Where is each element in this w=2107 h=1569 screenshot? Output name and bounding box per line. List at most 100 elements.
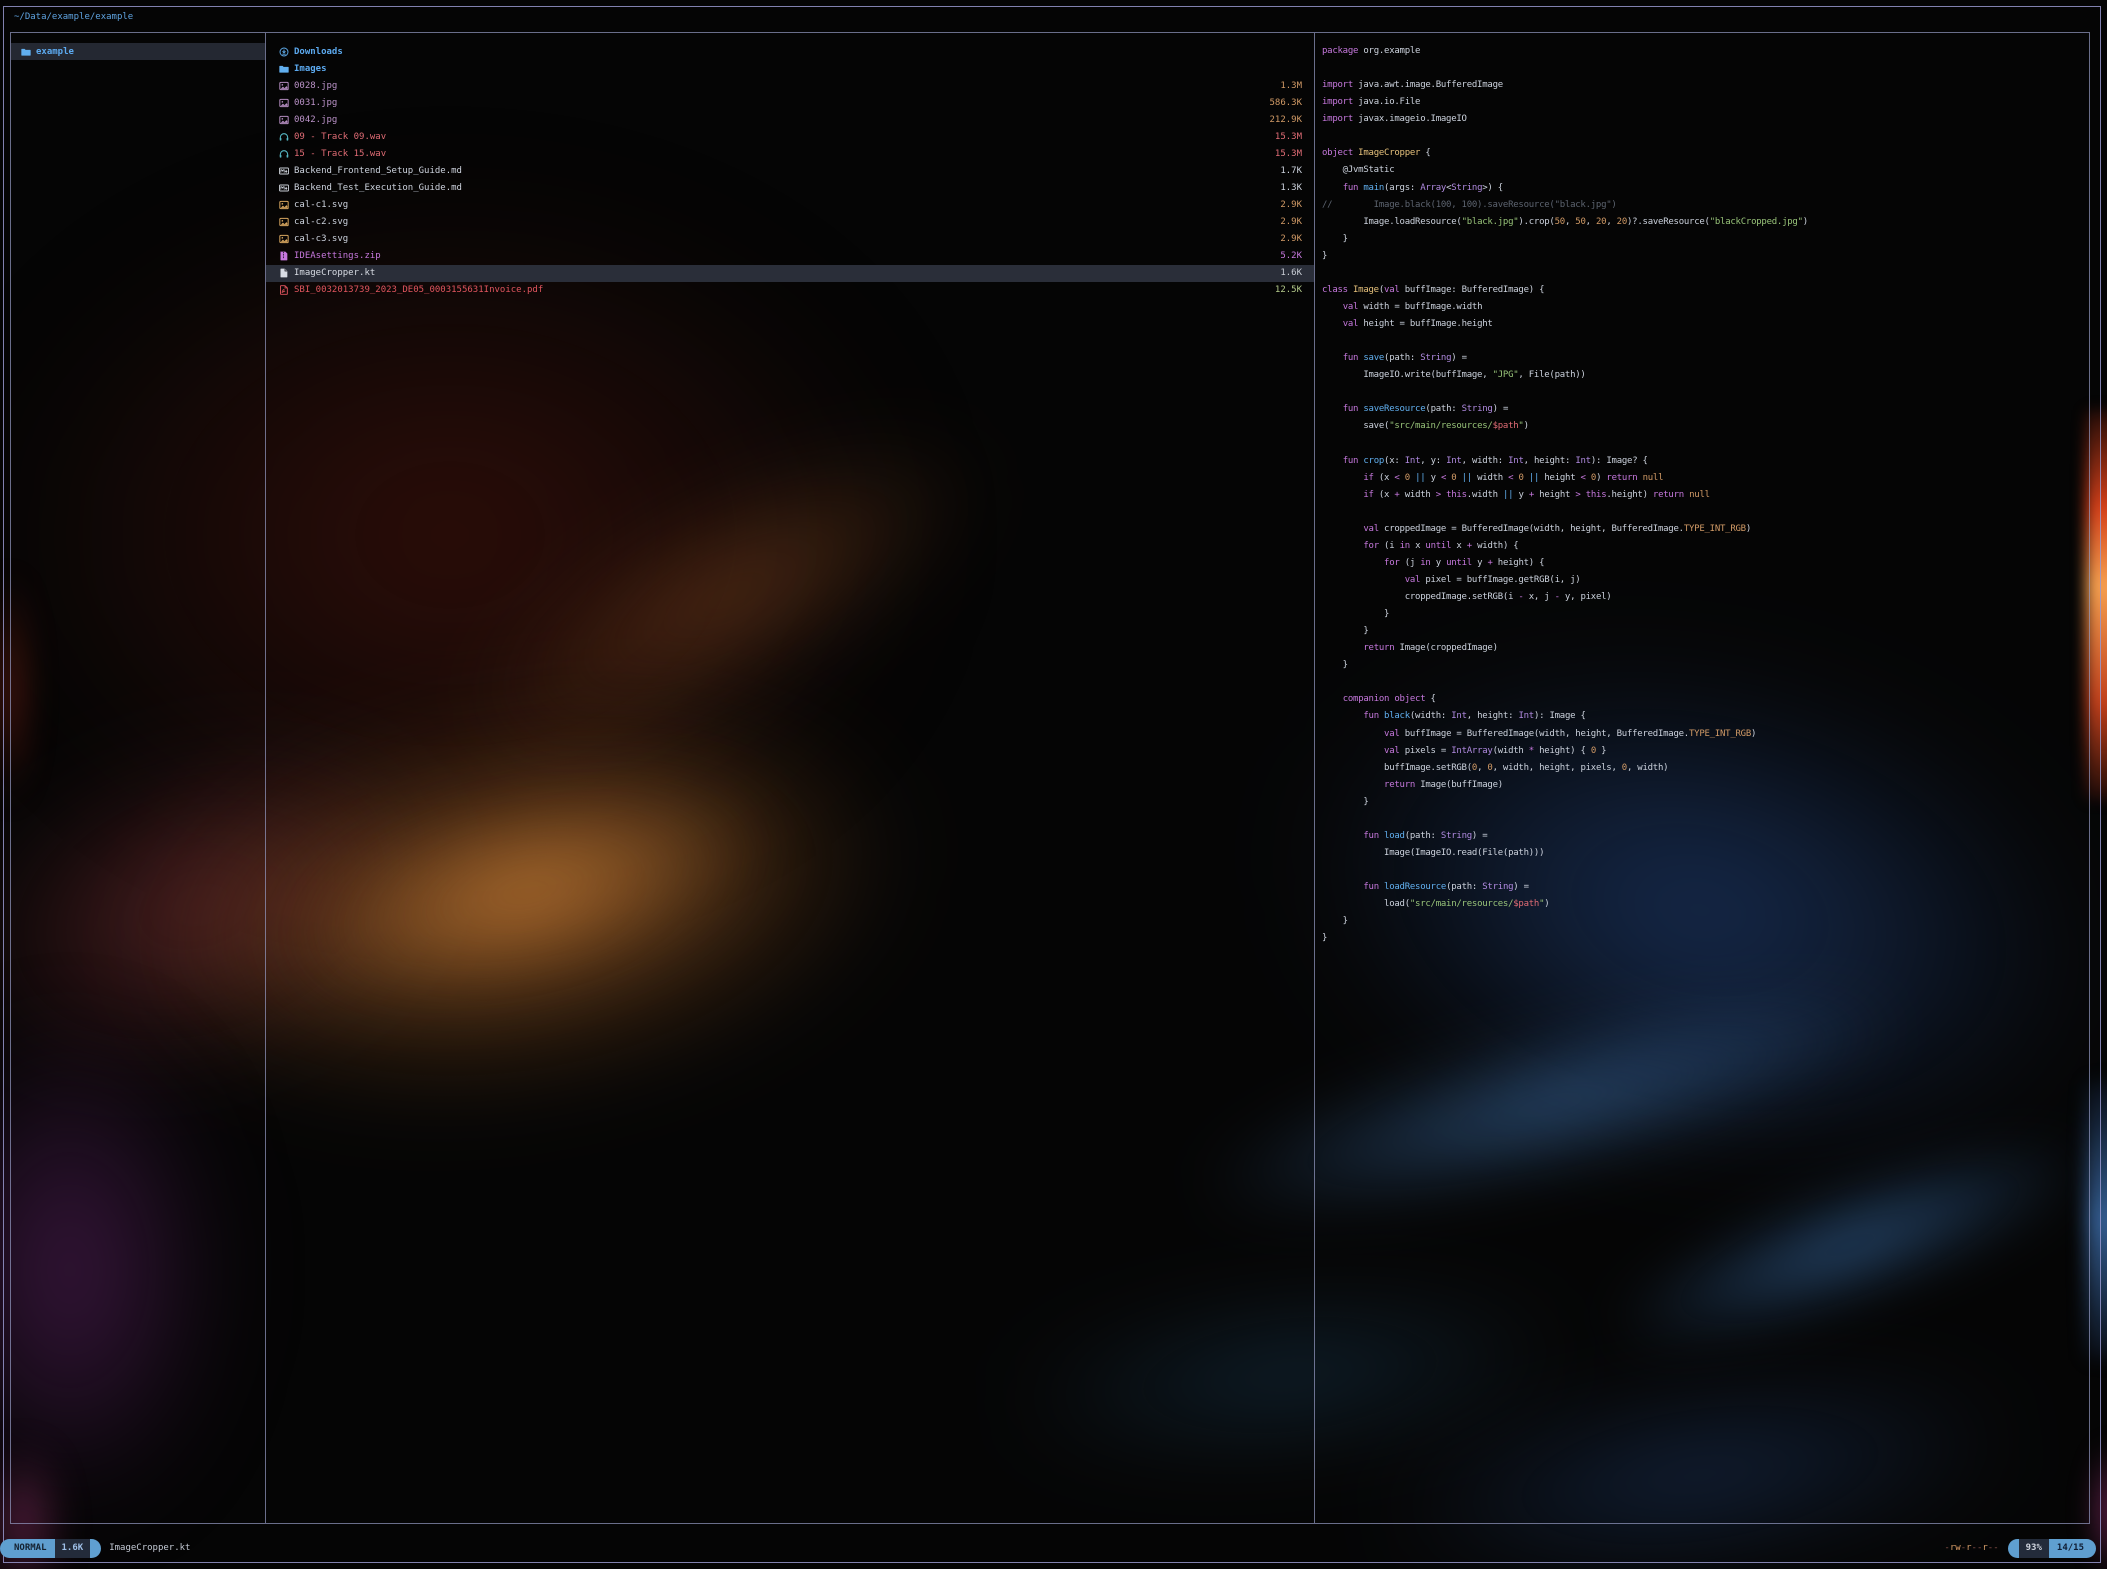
code-line bbox=[1322, 60, 2089, 77]
code-line bbox=[1322, 504, 2089, 521]
file-size: 1.6K bbox=[1272, 268, 1302, 278]
file-row[interactable]: 0031.jpg 586.3K bbox=[266, 94, 1314, 111]
folder-icon bbox=[21, 47, 31, 57]
file-name: 0031.jpg bbox=[294, 98, 337, 108]
parent-pane[interactable]: example bbox=[11, 33, 266, 1523]
status-filename: ImageCropper.kt bbox=[109, 1543, 190, 1553]
code-line: for (i in x until x + width) { bbox=[1322, 538, 2089, 555]
file-row[interactable]: ImageCropper.kt 1.6K bbox=[266, 265, 1314, 282]
code-line: } bbox=[1322, 606, 2089, 623]
code-line: fun black(width: Int, height: Int): Imag… bbox=[1322, 708, 2089, 725]
file-row[interactable]: 0028.jpg 1.3M bbox=[266, 77, 1314, 94]
code-line: for (j in y until y + height) { bbox=[1322, 555, 2089, 572]
image-icon bbox=[279, 81, 289, 91]
image-icon bbox=[279, 234, 289, 244]
mode-pill: NORMAL 1.6K bbox=[0, 1539, 101, 1558]
file-size: 15.3M bbox=[1267, 132, 1302, 142]
file-row[interactable]: Images bbox=[266, 60, 1314, 77]
file-row[interactable]: Backend_Frontend_Setup_Guide.md1.7K bbox=[266, 162, 1314, 179]
file-name: cal-c1.svg bbox=[294, 200, 348, 210]
file-size: 2.9K bbox=[1272, 200, 1302, 210]
file-row[interactable]: cal-c3.svg 2.9K bbox=[266, 231, 1314, 248]
file-row[interactable]: SBI_0032013739_2023_DE05_0003155631Invoi… bbox=[266, 282, 1314, 299]
code-line: val height = buffImage.height bbox=[1322, 316, 2089, 333]
file-row[interactable]: 15 - Track 15.wav15.3M bbox=[266, 145, 1314, 162]
file-size: 1.7K bbox=[1272, 166, 1302, 176]
file-row[interactable]: Downloads bbox=[266, 43, 1314, 60]
position-pill: 93% 14/15 bbox=[2008, 1539, 2096, 1558]
code-line: Image(ImageIO.read(File(path))) bbox=[1322, 845, 2089, 862]
status-right-group: -rw-r--r-- 93% 14/15 bbox=[1944, 1539, 2096, 1558]
file-name: 09 - Track 09.wav bbox=[294, 132, 386, 142]
file-name: 0028.jpg bbox=[294, 81, 337, 91]
code-line: // Image.black(100, 100).saveResource("b… bbox=[1322, 197, 2089, 214]
file-row[interactable]: 09 - Track 09.wav 15.3M bbox=[266, 128, 1314, 145]
code-line bbox=[1322, 435, 2089, 452]
pdf-icon bbox=[279, 285, 289, 295]
preview-pane[interactable]: package org.example import java.awt.imag… bbox=[1315, 33, 2089, 1523]
code-line: } bbox=[1322, 794, 2089, 811]
folder-download-icon bbox=[279, 47, 289, 57]
file-name: 0042.jpg bbox=[294, 115, 337, 125]
code-line: if (x + width > this.width || y + height… bbox=[1322, 487, 2089, 504]
scroll-percent: 93% bbox=[2019, 1539, 2049, 1558]
markdown-icon bbox=[279, 166, 289, 176]
permissions-text: -rw-r--r-- bbox=[1944, 1543, 1998, 1553]
code-line: } bbox=[1322, 913, 2089, 930]
file-row[interactable]: IDEAsettings.zip5.2K bbox=[266, 248, 1314, 265]
file-row[interactable]: 0042.jpg 212.9K bbox=[266, 111, 1314, 128]
breadcrumb-path: ~/Data/example/example bbox=[14, 8, 133, 26]
audio-icon bbox=[279, 149, 289, 159]
code-line: } bbox=[1322, 930, 2089, 947]
file-row[interactable]: Backend_Test_Execution_Guide.md1.3K bbox=[266, 180, 1314, 197]
image-icon bbox=[279, 115, 289, 125]
file-size: 212.9K bbox=[1261, 115, 1302, 125]
file-size: 2.9K bbox=[1272, 234, 1302, 244]
file-name: example bbox=[36, 47, 74, 57]
file-size-indicator: 1.6K bbox=[55, 1539, 91, 1558]
file-size: 1.3K bbox=[1272, 183, 1302, 193]
file-size: 586.3K bbox=[1261, 98, 1302, 108]
code-line bbox=[1322, 811, 2089, 828]
code-line: fun main(args: Array<String>) { bbox=[1322, 180, 2089, 197]
cursor-position: 14/15 bbox=[2049, 1539, 2096, 1558]
file-row[interactable]: cal-c2.svg2.9K bbox=[266, 214, 1314, 231]
file-size: 1.3M bbox=[1272, 81, 1302, 91]
pill-end-cap bbox=[90, 1539, 101, 1558]
code-line: return Image(croppedImage) bbox=[1322, 640, 2089, 657]
current-pane[interactable]: Downloads Images 0028.jpg 1.3M 0031.jpg 586.3… bbox=[266, 33, 1315, 1523]
code-line bbox=[1322, 384, 2089, 401]
file-name: ImageCropper.kt bbox=[294, 268, 375, 278]
mode-indicator: NORMAL bbox=[0, 1539, 55, 1558]
markdown-icon bbox=[279, 183, 289, 193]
code-line: import javax.imageio.ImageIO bbox=[1322, 111, 2089, 128]
code-line: fun loadResource(path: String) = bbox=[1322, 879, 2089, 896]
code-line: package org.example bbox=[1322, 43, 2089, 60]
code-line: croppedImage.setRGB(i - x, j - y, pixel) bbox=[1322, 589, 2089, 606]
image-icon bbox=[279, 98, 289, 108]
file-name: Downloads bbox=[294, 47, 343, 57]
code-line: load("src/main/resources/$path") bbox=[1322, 896, 2089, 913]
code-line bbox=[1322, 265, 2089, 282]
code-line: buffImage.setRGB(0, 0, width, height, pi… bbox=[1322, 760, 2089, 777]
status-bar: NORMAL 1.6K ImageCropper.kt -rw-r--r-- 9… bbox=[0, 1536, 2107, 1560]
file-manager-panes: example Downloads Images 0028.jpg 1.3M 0031.… bbox=[10, 32, 2090, 1524]
file-icon bbox=[279, 268, 289, 278]
pill-start-cap bbox=[2008, 1539, 2019, 1558]
file-size: 15.3M bbox=[1267, 149, 1302, 159]
file-size: 12.5K bbox=[1267, 285, 1302, 295]
audio-icon bbox=[279, 132, 289, 142]
code-line: } bbox=[1322, 248, 2089, 265]
code-line: val width = buffImage.width bbox=[1322, 299, 2089, 316]
parent-item[interactable]: example bbox=[11, 43, 265, 60]
file-row[interactable]: cal-c1.svg 2.9K bbox=[266, 197, 1314, 214]
file-name: SBI_0032013739_2023_DE05_0003155631Invoi… bbox=[294, 285, 543, 295]
code-line: import java.awt.image.BufferedImage bbox=[1322, 77, 2089, 94]
file-name: cal-c3.svg bbox=[294, 234, 348, 244]
code-line: return Image(buffImage) bbox=[1322, 777, 2089, 794]
code-line: val pixels = IntArray(width * height) { … bbox=[1322, 743, 2089, 760]
code-line bbox=[1322, 128, 2089, 145]
code-line: } bbox=[1322, 623, 2089, 640]
code-line: } bbox=[1322, 231, 2089, 248]
code-line: companion object { bbox=[1322, 691, 2089, 708]
